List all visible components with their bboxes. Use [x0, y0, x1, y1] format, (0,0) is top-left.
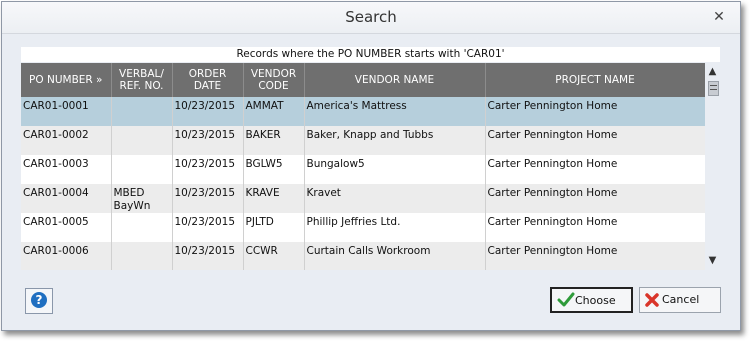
help-button[interactable]: ? [25, 288, 53, 314]
cell-ref [111, 242, 173, 270]
title-bar: Search ✕ [2, 2, 740, 34]
cell-project: Carter Pennington Home [485, 184, 705, 213]
scroll-up-arrow-icon[interactable]: ▲ [705, 65, 720, 79]
results-caption: Records where the PO NUMBER starts with … [21, 47, 720, 62]
cell-project: Carter Pennington Home [485, 97, 705, 126]
cell-po: CAR01-0005 [21, 213, 112, 242]
table-row[interactable]: CAR01-0001 10/23/2015 AMMAT America's Mattr… [21, 97, 705, 126]
table-row[interactable]: CAR01-0004 MBED BayWn 10/23/2015 KRAVE Krave… [21, 184, 705, 213]
table-row[interactable]: CAR01-0005 10/23/2015 PJLTD Phillip Jeffrie… [21, 213, 705, 242]
cell-ref [111, 213, 173, 242]
cell-code: KRAVE [243, 184, 305, 213]
cell-ref [111, 155, 173, 184]
column-header[interactable]: PROJECT NAME [485, 63, 705, 97]
cell-project: Carter Pennington Home [485, 213, 705, 242]
cell-po: CAR01-0006 [21, 242, 112, 270]
cell-po: CAR01-0001 [21, 97, 112, 126]
cell-code: BAKER [243, 126, 305, 155]
search-dialog: Search ✕ Records where the PO NUMBER sta… [1, 1, 741, 331]
table-body: CAR01-0001 10/23/2015 AMMAT America's Mattr… [21, 97, 705, 270]
green-check-icon [557, 292, 575, 307]
column-header[interactable]: PO NUMBER » [21, 63, 112, 97]
cell-date: 10/23/2015 [172, 184, 244, 213]
cell-project: Carter Pennington Home [485, 126, 705, 155]
cell-project: Carter Pennington Home [485, 155, 705, 184]
cell-code: BGLW5 [243, 155, 305, 184]
red-x-icon [645, 293, 659, 307]
cell-code: AMMAT [243, 97, 305, 126]
cell-po: CAR01-0002 [21, 126, 112, 155]
cell-date: 10/23/2015 [172, 213, 244, 242]
cell-po: CAR01-0003 [21, 155, 112, 184]
results-table: PO NUMBER » VERBAL/ REF. NO. ORDER DATE VEN… [21, 63, 705, 270]
cell-vendor: Curtain Calls Workroom [304, 242, 486, 270]
cell-ref [111, 97, 173, 126]
cell-date: 10/23/2015 [172, 242, 244, 270]
column-header[interactable]: VENDOR CODE [243, 63, 305, 97]
cell-vendor: Phillip Jeffries Ltd. [304, 213, 486, 242]
cancel-label: Cancel [662, 293, 700, 306]
table-row[interactable]: CAR01-0002 10/23/2015 BAKER Baker, Knapp an… [21, 126, 705, 155]
close-icon[interactable]: ✕ [711, 9, 727, 25]
cell-vendor: America's Mattress [304, 97, 486, 126]
dialog-title: Search [345, 8, 397, 26]
cell-po: CAR01-0004 [21, 184, 112, 213]
scroll-thumb[interactable] [708, 81, 719, 96]
vertical-scrollbar[interactable]: ▲ ▼ [705, 63, 720, 270]
cell-vendor: Bungalow5 [304, 155, 486, 184]
cell-project: Carter Pennington Home [485, 242, 705, 270]
table-header-row: PO NUMBER » VERBAL/ REF. NO. ORDER DATE VEN… [21, 63, 705, 97]
results-grid: PO NUMBER » VERBAL/ REF. NO. ORDER DATE VEN… [21, 63, 705, 270]
cell-date: 10/23/2015 [172, 155, 244, 184]
cancel-button[interactable]: Cancel [639, 287, 721, 313]
cell-code: CCWR [243, 242, 305, 270]
cell-code: PJLTD [243, 213, 305, 242]
cell-vendor: Baker, Knapp and Tubbs [304, 126, 486, 155]
column-header[interactable]: ORDER DATE [172, 63, 244, 97]
cell-date: 10/23/2015 [172, 97, 244, 126]
table-row[interactable]: CAR01-0003 10/23/2015 BGLW5 Bungalow5 Carter… [21, 155, 705, 184]
table-row[interactable]: CAR01-0006 10/23/2015 CCWR Curtain Calls Wo… [21, 242, 705, 270]
column-header[interactable]: VERBAL/ REF. NO. [111, 63, 173, 97]
cell-ref [111, 126, 173, 155]
cell-vendor: Kravet [304, 184, 486, 213]
help-circle-icon: ? [31, 292, 47, 308]
cell-ref: MBED BayWn [111, 184, 173, 213]
choose-button[interactable]: Choose [550, 287, 633, 313]
choose-label: Choose [575, 294, 616, 307]
cell-date: 10/23/2015 [172, 126, 244, 155]
scroll-down-arrow-icon[interactable]: ▼ [705, 254, 720, 268]
column-header[interactable]: VENDOR NAME [304, 63, 486, 97]
